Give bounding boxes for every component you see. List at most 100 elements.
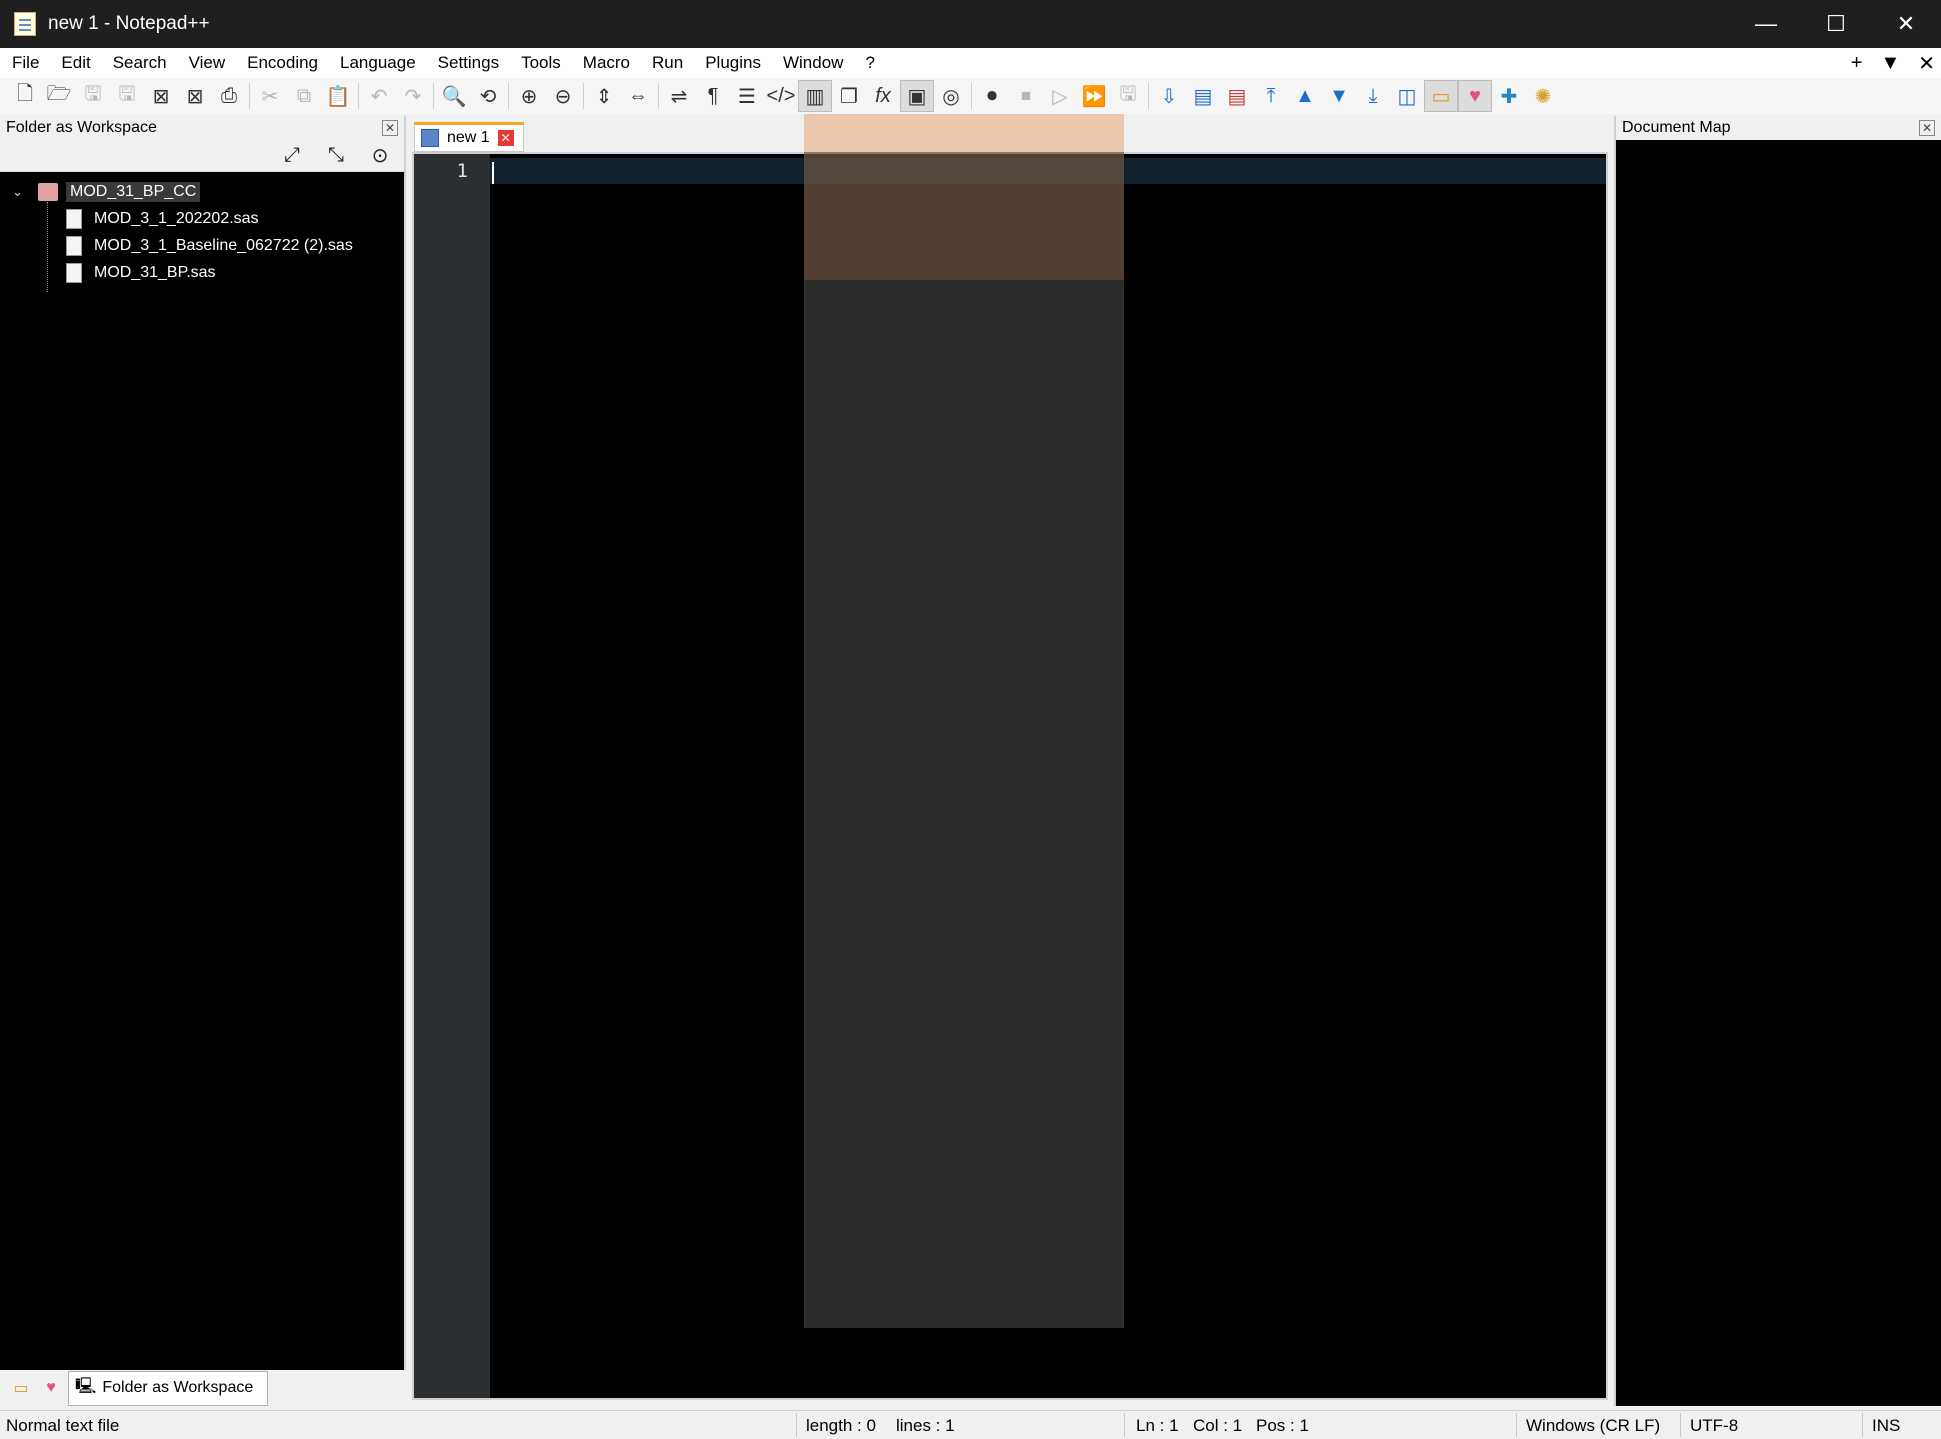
- session-tab-icon[interactable]: ▭: [8, 1376, 34, 1400]
- run-macro-multiple-icon[interactable]: ⏩: [1077, 80, 1111, 112]
- toolbar-separator: [358, 83, 359, 109]
- menu-view[interactable]: View: [178, 53, 237, 73]
- save-all-icon[interactable]: 🖫: [110, 80, 144, 112]
- file-label: MOD_3_1_202202.sas: [94, 209, 259, 227]
- new-tab-button[interactable]: +: [1851, 52, 1863, 75]
- compare-clear-icon[interactable]: ▤: [1220, 80, 1254, 112]
- menu-edit[interactable]: Edit: [50, 53, 101, 73]
- close-panel-icon[interactable]: ✕: [382, 120, 398, 136]
- tree-file-item[interactable]: MOD_3_1_202202.sas: [0, 205, 404, 232]
- copy-icon[interactable]: ⧉: [287, 80, 321, 112]
- tab-list-dropdown[interactable]: ▼: [1880, 52, 1900, 75]
- compare-panel-icon[interactable]: ◫: [1390, 80, 1424, 112]
- tab-new-1[interactable]: new 1 ✕: [414, 122, 524, 152]
- settings-gear-icon[interactable]: ✺: [1526, 80, 1560, 112]
- sync-vertical-icon[interactable]: ⇕: [587, 80, 621, 112]
- sync-horizontal-icon[interactable]: ⇔: [621, 80, 655, 112]
- close-icon[interactable]: ⊠: [144, 80, 178, 112]
- collapse-chevron-icon[interactable]: ⌄: [12, 184, 30, 200]
- status-length: length : 0: [806, 1416, 876, 1435]
- toolbar-separator: [508, 83, 509, 109]
- panel-tab-strip: ▭ ♥ 🖳 Folder as Workspace: [0, 1370, 406, 1406]
- playback-icon[interactable]: ▷: [1043, 80, 1077, 112]
- menu-run[interactable]: Run: [641, 53, 694, 73]
- favorites-icon[interactable]: ♥: [1458, 80, 1492, 112]
- collapse-all-icon[interactable]: ⤡: [322, 143, 350, 169]
- menu-file[interactable]: File: [0, 53, 50, 73]
- root-folder-label: MOD_31_BP_CC: [66, 181, 201, 202]
- menu-help[interactable]: ?: [854, 53, 885, 73]
- panel-title: Folder as Workspace: [6, 119, 157, 136]
- menu-tools[interactable]: Tools: [510, 53, 572, 73]
- next-diff-icon[interactable]: ▼: [1322, 80, 1356, 112]
- expand-all-icon[interactable]: ⤢: [278, 143, 306, 169]
- function-list-icon[interactable]: fx: [866, 80, 900, 112]
- menu-language[interactable]: Language: [329, 53, 427, 73]
- tree-root-folder[interactable]: ⌄ MOD_31_BP_CC: [0, 178, 404, 205]
- session-icon[interactable]: ▭: [1424, 80, 1458, 112]
- zoom-out-icon[interactable]: ⊖: [546, 80, 580, 112]
- save-icon[interactable]: 🖫: [76, 80, 110, 112]
- document-map-panel: Document Map ✕: [1614, 116, 1941, 1406]
- new-file-icon[interactable]: 🗋: [8, 80, 42, 112]
- selection-overlay: [804, 152, 1124, 1328]
- print-icon[interactable]: ⎙: [212, 80, 246, 112]
- status-lines: lines : 1: [896, 1416, 955, 1435]
- stop-record-icon[interactable]: ⏹: [1009, 80, 1043, 112]
- notepad-app-icon: [14, 12, 36, 36]
- close-tab-icon[interactable]: ✕: [497, 130, 514, 146]
- tab-folder-as-workspace[interactable]: 🖳 Folder as Workspace: [68, 1370, 269, 1406]
- zoom-in-icon[interactable]: ⊕: [512, 80, 546, 112]
- open-file-icon[interactable]: 🗁: [42, 80, 76, 112]
- monitor-icon: 🖳: [75, 1377, 97, 1395]
- prev-diff-icon[interactable]: ▲: [1288, 80, 1322, 112]
- status-pos: Pos : 1: [1256, 1416, 1309, 1435]
- folder-workspace-panel: Folder as Workspace ✕ ⤢ ⤡ ⊙ ⌄ MOD_31_BP_…: [0, 116, 406, 1374]
- first-diff-icon[interactable]: ⤒: [1254, 80, 1288, 112]
- folder-workspace-icon[interactable]: ▣: [900, 80, 934, 112]
- menu-macro[interactable]: Macro: [572, 53, 641, 73]
- status-bar: Normal text file length : 0 lines : 1 Ln…: [0, 1410, 1941, 1439]
- monitoring-icon[interactable]: ◎: [934, 80, 968, 112]
- toolbar-separator: [249, 83, 250, 109]
- record-macro-icon[interactable]: ⏺: [975, 80, 1009, 112]
- compare-icon[interactable]: ▤: [1186, 80, 1220, 112]
- plugins-admin-icon[interactable]: ✚: [1492, 80, 1526, 112]
- favorites-tab-icon[interactable]: ♥: [38, 1376, 64, 1400]
- menu-settings[interactable]: Settings: [427, 53, 510, 73]
- close-panel-icon[interactable]: ✕: [1919, 120, 1935, 136]
- menu-encoding[interactable]: Encoding: [236, 53, 329, 73]
- menu-plugins[interactable]: Plugins: [694, 53, 772, 73]
- xml-tag-icon[interactable]: </>: [764, 80, 798, 112]
- cut-icon[interactable]: ✂: [253, 80, 287, 112]
- save-macro-icon[interactable]: 🖫: [1111, 80, 1145, 112]
- close-document-button[interactable]: ✕: [1918, 51, 1935, 76]
- status-divider: [796, 1413, 797, 1437]
- plugin-insert-icon[interactable]: ⇩: [1152, 80, 1186, 112]
- document-map-icon[interactable]: ▥: [798, 80, 832, 112]
- maximize-button[interactable]: ☐: [1801, 0, 1871, 48]
- tree-file-item[interactable]: MOD_3_1_Baseline_062722 (2).sas: [0, 232, 404, 259]
- show-all-chars-icon[interactable]: ¶: [696, 80, 730, 112]
- close-window-button[interactable]: ✕: [1871, 0, 1941, 48]
- status-divider: [1124, 1413, 1125, 1437]
- paste-icon[interactable]: 📋: [321, 80, 355, 112]
- minimize-button[interactable]: —: [1731, 0, 1801, 48]
- file-icon: [66, 262, 82, 283]
- word-wrap-icon[interactable]: ⇌: [662, 80, 696, 112]
- status-ln: Ln : 1: [1136, 1416, 1179, 1435]
- menu-window[interactable]: Window: [772, 53, 854, 73]
- panel-title: Document Map: [1622, 119, 1731, 136]
- document-list-icon[interactable]: ❐: [832, 80, 866, 112]
- replace-icon[interactable]: ⟲: [471, 80, 505, 112]
- menu-search[interactable]: Search: [102, 53, 178, 73]
- close-all-icon[interactable]: ⊠: [178, 80, 212, 112]
- undo-icon[interactable]: ↶: [362, 80, 396, 112]
- locate-current-file-icon[interactable]: ⊙: [366, 143, 394, 169]
- tree-file-item[interactable]: MOD_31_BP.sas: [0, 259, 404, 286]
- indent-guide-icon[interactable]: ☰: [730, 80, 764, 112]
- redo-icon[interactable]: ↷: [396, 80, 430, 112]
- last-diff-icon[interactable]: ⤓: [1356, 80, 1390, 112]
- find-icon[interactable]: 🔍: [437, 80, 471, 112]
- toolbar-separator: [971, 83, 972, 109]
